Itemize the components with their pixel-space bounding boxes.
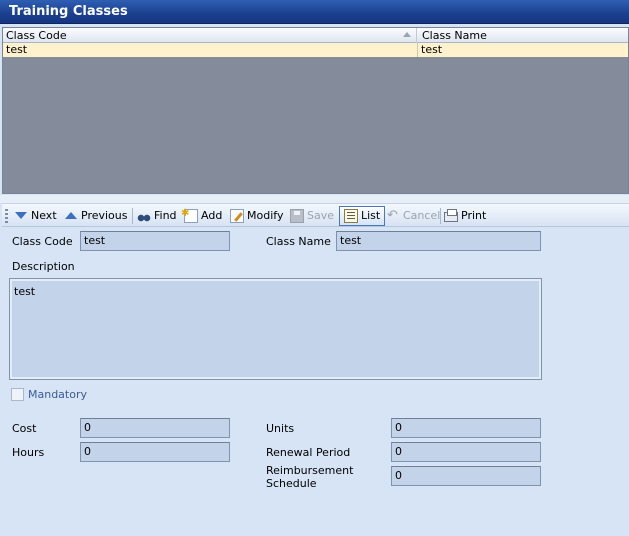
next-label: Next xyxy=(31,209,57,222)
grid-header: Class Code Class Name xyxy=(3,28,628,43)
class-code-label: Class Code xyxy=(12,235,73,248)
reimbursement-schedule-field[interactable]: 0 xyxy=(391,466,541,486)
arrow-down-icon xyxy=(14,209,28,223)
save-label: Save xyxy=(307,209,335,222)
modify-button[interactable]: Modify xyxy=(230,206,283,226)
sort-ascending-icon xyxy=(403,32,411,37)
previous-button[interactable]: Previous xyxy=(64,206,128,226)
description-field[interactable]: test xyxy=(9,278,542,380)
mandatory-label[interactable]: Mandatory xyxy=(28,388,87,402)
add-button[interactable]: Add xyxy=(181,204,223,226)
arrow-up-icon xyxy=(64,209,78,223)
reimbursement-label-line1: Reimbursement xyxy=(266,464,354,477)
cancel-button[interactable]: Cancel xyxy=(386,206,440,226)
renewal-period-field[interactable]: 0 xyxy=(391,442,541,462)
toolbar-divider xyxy=(440,208,441,224)
cell-class-name[interactable]: test xyxy=(417,43,628,57)
class-code-field[interactable]: test xyxy=(80,231,230,251)
modify-label: Modify xyxy=(247,209,284,222)
new-document-icon xyxy=(181,204,198,224)
floppy-disk-icon xyxy=(290,209,304,223)
binoculars-icon xyxy=(137,209,151,223)
class-name-field[interactable]: test xyxy=(336,231,541,251)
next-button[interactable]: Next xyxy=(14,206,57,226)
toolbar-divider xyxy=(132,208,133,224)
undo-icon xyxy=(386,206,400,226)
printer-icon xyxy=(444,209,458,222)
print-label: Print xyxy=(461,209,487,222)
units-field[interactable]: 0 xyxy=(391,418,541,438)
cost-label: Cost xyxy=(12,422,37,435)
list-label: List xyxy=(361,209,381,222)
list-icon xyxy=(344,209,358,223)
edit-icon xyxy=(230,209,244,223)
table-row[interactable]: test test xyxy=(3,43,628,57)
cancel-label: Cancel xyxy=(403,209,441,222)
window-title: Training Classes xyxy=(0,0,629,24)
cost-field[interactable]: 0 xyxy=(80,418,230,438)
hours-label: Hours xyxy=(12,446,45,459)
add-label: Add xyxy=(201,209,223,222)
renewal-period-label: Renewal Period xyxy=(266,446,351,459)
record-toolbar: Next Previous Find Add Modify Save List … xyxy=(2,203,629,227)
list-button[interactable]: List xyxy=(339,206,386,226)
column-header-class-code[interactable]: Class Code xyxy=(3,28,417,43)
reimbursement-label-line2: Schedule xyxy=(266,477,317,490)
toolbar-grip-icon[interactable] xyxy=(5,209,8,223)
description-label: Description xyxy=(12,260,75,273)
units-label: Units xyxy=(266,422,295,435)
cell-class-code[interactable]: test xyxy=(6,43,416,57)
class-name-label: Class Name xyxy=(266,235,331,248)
print-button[interactable]: Print xyxy=(444,206,486,226)
find-button[interactable]: Find xyxy=(137,206,177,226)
class-detail-form: Class Code test Class Name test Descript… xyxy=(2,228,629,536)
mandatory-checkbox[interactable] xyxy=(11,388,24,401)
classes-grid[interactable]: Class Code Class Name test test xyxy=(2,27,629,194)
save-button[interactable]: Save xyxy=(290,206,334,226)
previous-label: Previous xyxy=(81,209,128,222)
column-header-class-name[interactable]: Class Name xyxy=(417,28,628,43)
find-label: Find xyxy=(154,209,177,222)
panel-splitter[interactable] xyxy=(0,195,629,203)
hours-field[interactable]: 0 xyxy=(80,442,230,462)
